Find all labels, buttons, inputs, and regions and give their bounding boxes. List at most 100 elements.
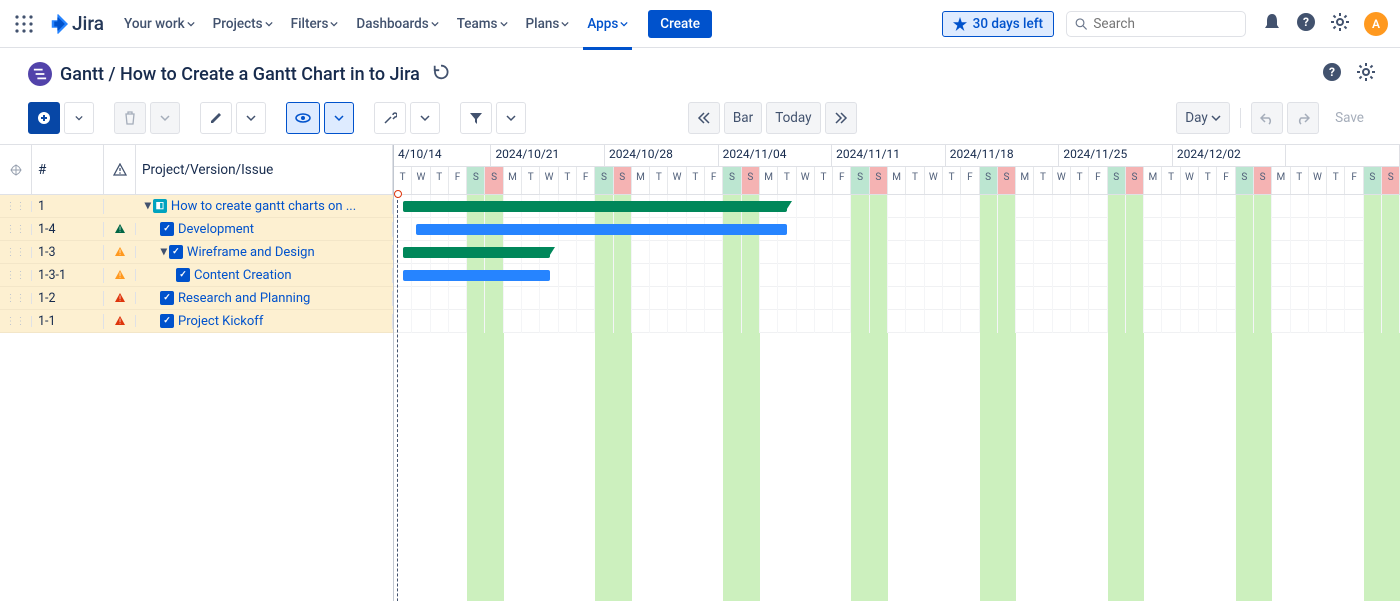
search-input[interactable] [1066,11,1246,37]
project-icon: ◧ [153,199,167,213]
day-header: W [1053,167,1071,194]
nav-dashboards[interactable]: Dashboards [348,12,446,36]
drag-handle[interactable]: ⋮⋮ [0,270,32,281]
filter-dropdown[interactable] [496,102,526,134]
day-header: W [1181,167,1199,194]
gantt-row[interactable]: ⋮⋮1-2!✓Research and Planning [0,287,393,310]
scroll-right-button[interactable] [825,102,857,134]
edit-dropdown[interactable] [236,102,266,134]
nav-teams[interactable]: Teams [449,12,516,36]
undo-button[interactable] [1251,102,1283,134]
row-name[interactable]: ▶ ✓Wireframe and Design [136,245,393,260]
row-name[interactable]: ✓Development [136,222,393,237]
scroll-left-button[interactable] [688,102,720,134]
create-button[interactable]: Create [648,10,712,38]
delete-dropdown[interactable] [150,102,180,134]
task-icon: ✓ [160,314,174,328]
gantt-bar[interactable] [403,270,549,281]
settings-icon[interactable] [1330,12,1350,36]
nav-filters[interactable]: Filters [283,12,347,36]
day-header: S [1254,167,1272,194]
help-icon[interactable]: ? [1296,12,1316,36]
row-name[interactable]: ✓Project Kickoff [136,314,393,329]
row-id: 1-3 [32,245,104,260]
page-settings-icon[interactable] [1356,62,1376,86]
gantt-bar[interactable] [403,201,787,212]
week-header: 2024/10/28 [605,145,719,167]
nav-plans[interactable]: Plans [518,12,578,36]
day-header: T [815,167,833,194]
week-header: 2024/12/02 [1173,145,1287,167]
day-header: S [870,167,888,194]
gantt-row[interactable]: ⋮⋮1-1!✓Project Kickoff [0,310,393,333]
task-icon: ✓ [160,291,174,305]
edit-button[interactable] [200,102,232,134]
gantt-row[interactable]: ⋮⋮1-3-1!✓Content Creation [0,264,393,287]
row-id: 1 [32,199,104,214]
expander-icon[interactable]: ▶ [158,249,168,256]
jira-logo[interactable]: Jira [48,12,104,35]
gantt-bar[interactable] [403,247,549,258]
day-header: T [431,167,449,194]
app-switcher-icon[interactable] [12,12,36,36]
gantt-row[interactable]: ⋮⋮1 ▶ ◧How to create gantt charts on ... [0,195,393,218]
nav-apps[interactable]: Apps [579,12,636,36]
day-header: T [650,167,668,194]
drag-handle[interactable]: ⋮⋮ [0,293,32,304]
day-header: S [998,167,1016,194]
col-warning-header [104,145,136,194]
tools-button[interactable] [374,102,406,134]
row-id: 1-3-1 [32,268,104,283]
drag-handle[interactable]: ⋮⋮ [0,247,32,258]
refresh-icon[interactable] [432,63,450,85]
tools-dropdown[interactable] [410,102,440,134]
row-name[interactable]: ✓Content Creation [136,268,393,283]
row-id: 1-1 [32,314,104,329]
bar-view-button[interactable]: Bar [724,102,762,134]
save-button[interactable]: Save [1323,104,1376,132]
day-header: F [577,167,595,194]
zoom-level-dropdown[interactable]: Day [1176,102,1230,134]
col-name-header[interactable]: Project/Version/Issue [136,145,393,194]
day-header: S [1364,167,1382,194]
day-header: F [705,167,723,194]
user-avatar[interactable]: A [1364,12,1388,36]
add-dropdown[interactable] [64,102,94,134]
trial-days-button[interactable]: 30 days left [942,11,1054,37]
row-id: 1-4 [32,222,104,237]
drag-handle[interactable]: ⋮⋮ [0,201,32,212]
filter-button[interactable] [460,102,492,134]
day-header: M [632,167,650,194]
nav-projects[interactable]: Projects [205,12,281,36]
delete-button[interactable] [114,102,146,134]
day-header: F [961,167,979,194]
notifications-icon[interactable] [1262,12,1282,36]
day-header: T [1071,167,1089,194]
view-toggle[interactable] [286,102,320,134]
add-button[interactable] [28,102,60,134]
today-button[interactable]: Today [766,102,820,134]
gantt-row[interactable]: ⋮⋮1-4!✓Development [0,218,393,241]
row-name[interactable]: ✓Research and Planning [136,291,393,306]
gantt-row[interactable]: ⋮⋮1-3!▶ ✓Wireframe and Design [0,241,393,264]
day-header: T [906,167,924,194]
week-header: 2024/11/04 [719,145,833,167]
day-header: S [595,167,613,194]
redo-button[interactable] [1287,102,1319,134]
row-warning-icon: ! [104,223,136,235]
day-header: S [1382,167,1400,194]
view-dropdown[interactable] [324,102,354,134]
col-number-header[interactable]: # [32,145,104,194]
drag-handle[interactable]: ⋮⋮ [0,224,32,235]
gantt-bar[interactable] [416,224,787,235]
day-header: F [449,167,467,194]
day-header: F [833,167,851,194]
day-header: M [504,167,522,194]
drag-handle[interactable]: ⋮⋮ [0,316,32,327]
row-name[interactable]: ▶ ◧How to create gantt charts on ... [136,199,393,214]
nav-your-work[interactable]: Your work [116,12,203,36]
page-help-icon[interactable]: ? [1322,62,1342,86]
day-header: S [980,167,998,194]
expander-icon[interactable]: ▶ [142,203,152,210]
day-header: S [742,167,760,194]
